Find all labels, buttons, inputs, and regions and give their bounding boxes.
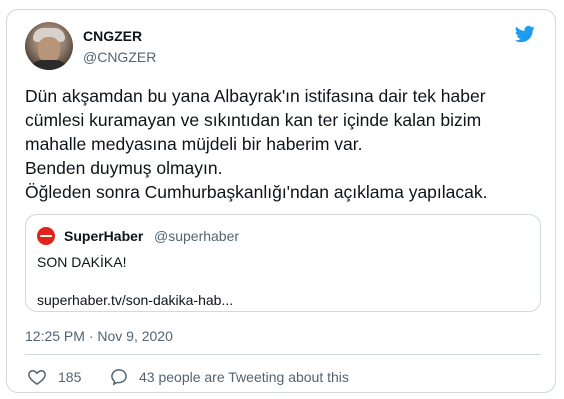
quoted-author-avatar[interactable] (37, 227, 55, 245)
author-avatar[interactable] (25, 22, 73, 70)
heart-icon[interactable] (27, 367, 47, 387)
avatar-shirt (27, 60, 71, 70)
twitter-bird-icon[interactable] (513, 24, 537, 44)
quoted-tweet-link[interactable]: superhaber.tv/son-dakika-hab... (37, 292, 233, 308)
author-handle[interactable]: @CNGZER (83, 49, 156, 65)
tweet-text: Dün akşamdan bu yana Albayrak'ın istifas… (25, 86, 488, 202)
people-tweeting-icon[interactable] (109, 367, 129, 387)
like-count[interactable]: 185 (58, 369, 81, 385)
quoted-author-handle[interactable]: @superhaber (154, 228, 239, 244)
quoted-tweet-text: SON DAKİKA! (37, 254, 127, 270)
people-tweeting-link[interactable]: 43 people are Tweeting about this (139, 369, 349, 385)
divider (25, 354, 541, 355)
author-name[interactable]: CNGZER (83, 28, 142, 44)
tweet-timestamp[interactable]: 12:25 PM · Nov 9, 2020 (25, 328, 173, 344)
quoted-tweet[interactable]: SuperHaber @superhaber SON DAKİKA! super… (25, 214, 541, 312)
quoted-author-name[interactable]: SuperHaber (64, 228, 143, 244)
embedded-tweet-card[interactable]: CNGZER @CNGZER Dün akşamdan bu yana Alba… (6, 9, 556, 393)
